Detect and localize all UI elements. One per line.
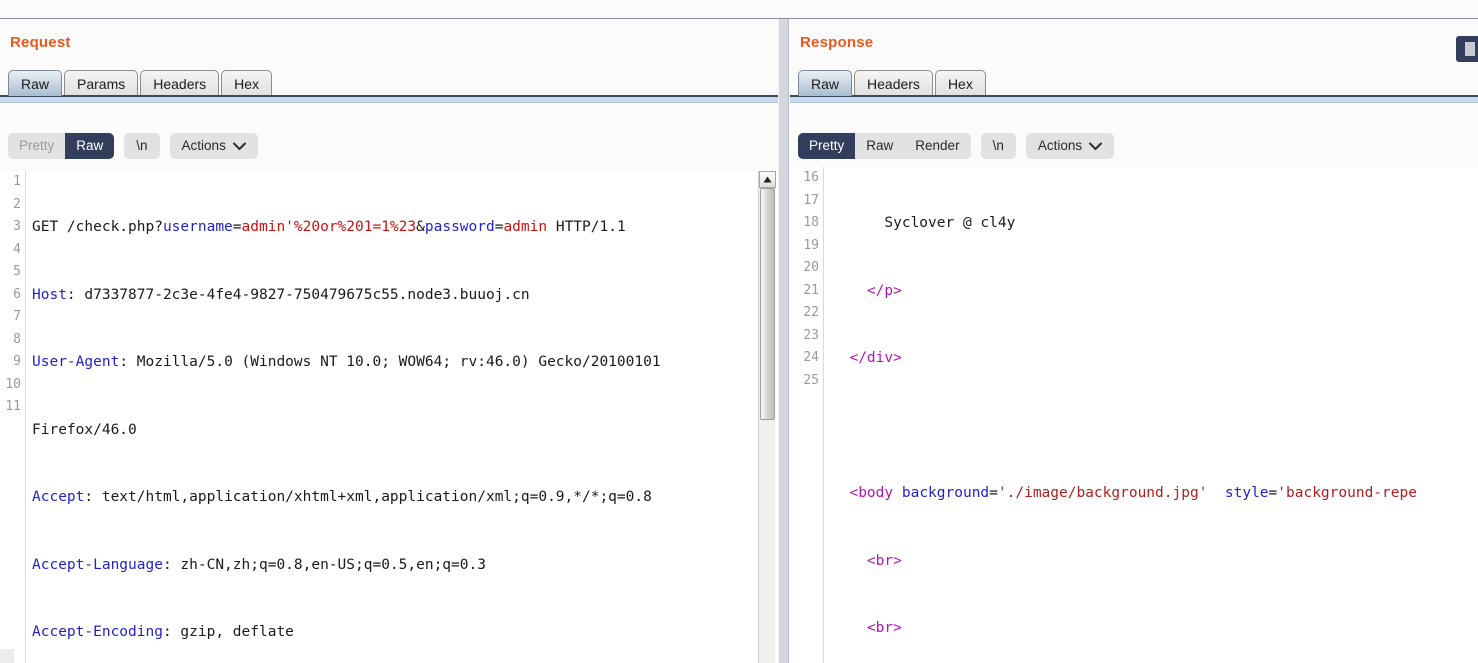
request-tab-params[interactable]: Params bbox=[64, 70, 139, 96]
response-code[interactable]: Syclover @ cl4y </p> </div> <body backgr… bbox=[824, 167, 1478, 663]
request-bottom-corner bbox=[0, 649, 14, 663]
request-line-1: GET /check.php?username=admin'%20or%201=… bbox=[32, 219, 626, 235]
request-editor[interactable]: 1 2 3 4 5 6 7 8 9 10 11 GET /check.php?u… bbox=[0, 171, 778, 663]
response-newline-button[interactable]: \n bbox=[980, 133, 1016, 159]
response-actions-label: Actions bbox=[1037, 138, 1083, 153]
request-raw-button[interactable]: Raw bbox=[65, 133, 115, 159]
request-pretty-button[interactable]: Pretty bbox=[8, 133, 65, 159]
response-tab-underline bbox=[790, 95, 1478, 103]
panel-splitter[interactable] bbox=[778, 19, 789, 663]
chevron-down-icon bbox=[1089, 142, 1103, 151]
response-tabstrip: Raw Headers Hex bbox=[798, 69, 988, 96]
chevron-down-icon bbox=[232, 142, 246, 151]
request-tabstrip: Raw Params Headers Hex bbox=[8, 69, 274, 96]
response-pretty-button[interactable]: Pretty bbox=[798, 133, 856, 159]
request-tab-raw[interactable]: Raw bbox=[8, 70, 63, 96]
request-line-numbers: 1 2 3 4 5 6 7 8 9 10 11 bbox=[0, 171, 26, 663]
response-raw-button[interactable]: Raw bbox=[855, 133, 904, 159]
response-panel-title: Response bbox=[800, 34, 874, 51]
request-tab-underline bbox=[0, 95, 778, 103]
burp-repeater-window: Request Raw Params Headers Hex Pretty Ra… bbox=[0, 0, 1478, 663]
scroll-up-arrow-icon[interactable] bbox=[759, 171, 776, 188]
response-line-close-p: </p> bbox=[866, 282, 902, 299]
request-newline-button[interactable]: \n bbox=[124, 133, 160, 159]
request-line-6: Accept-Encoding: gzip, deflate bbox=[32, 624, 294, 640]
request-actions-button[interactable]: Actions bbox=[169, 133, 258, 159]
response-tab-headers[interactable]: Headers bbox=[854, 70, 933, 96]
response-actions-button[interactable]: Actions bbox=[1025, 133, 1115, 159]
request-line-3-wrap: Firefox/46.0 bbox=[32, 421, 137, 438]
response-line-numbers: 16 17 18 19 20 21 22 23 24 25 bbox=[790, 167, 824, 663]
request-line-2: Host: d7337877-2c3e-4fe4-9827-750479675c… bbox=[32, 286, 530, 303]
request-toolbar: Pretty Raw \n Actions bbox=[8, 133, 268, 159]
request-scroll-thumb[interactable] bbox=[760, 188, 775, 420]
response-line-br2: <br> bbox=[866, 620, 902, 636]
response-line-close-div: </div> bbox=[849, 350, 902, 366]
response-line-18: <br> bbox=[866, 552, 902, 569]
request-actions-label: Actions bbox=[181, 138, 226, 153]
response-editor[interactable]: 16 17 18 19 20 21 22 23 24 25 Syclover @… bbox=[790, 167, 1478, 663]
response-view-mode-group: Pretty Raw Render bbox=[798, 133, 971, 159]
request-line-4: Accept: text/html,application/xhtml+xml,… bbox=[32, 489, 652, 505]
request-panel-title: Request bbox=[10, 34, 71, 51]
request-view-mode-group: Pretty Raw bbox=[8, 133, 115, 159]
response-tab-hex[interactable]: Hex bbox=[934, 70, 986, 96]
response-panel: Response Raw Headers Hex Pretty Raw Rend… bbox=[790, 19, 1478, 663]
response-tab-raw[interactable]: Raw bbox=[798, 70, 853, 96]
response-line-17: <body background='./image/background.jpg… bbox=[849, 485, 1417, 501]
response-toolbar: Pretty Raw Render \n Actions bbox=[798, 133, 1124, 159]
request-tab-headers[interactable]: Headers bbox=[140, 70, 220, 96]
request-panel: Request Raw Params Headers Hex Pretty Ra… bbox=[0, 19, 778, 663]
request-vertical-scrollbar[interactable] bbox=[758, 171, 776, 663]
response-line-16 bbox=[832, 415, 1478, 438]
panel-layout-icon[interactable] bbox=[1456, 36, 1478, 62]
response-line-syclover: Syclover @ cl4y bbox=[832, 215, 1016, 231]
response-render-button[interactable]: Render bbox=[904, 133, 970, 159]
panel-layout-icon-inner bbox=[1465, 42, 1475, 56]
request-line-5: Accept-Language: zh-CN,zh;q=0.8,en-US;q=… bbox=[32, 556, 486, 573]
request-line-3: User-Agent: Mozilla/5.0 (Windows NT 10.0… bbox=[32, 354, 661, 370]
request-code[interactable]: GET /check.php?username=admin'%20or%201=… bbox=[26, 171, 778, 663]
request-tab-hex[interactable]: Hex bbox=[221, 70, 273, 96]
